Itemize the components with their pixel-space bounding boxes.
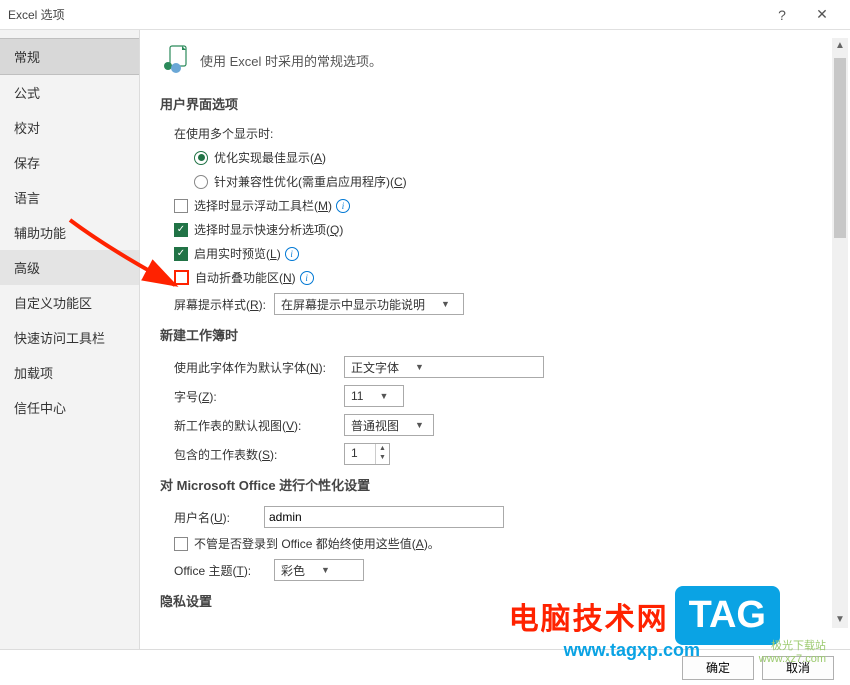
section-newbook-body: 使用此字体作为默认字体(N): 正文字体▼ 字号(Z): 11▼ 新工作表的默认… <box>174 356 830 465</box>
cb-live-preview[interactable] <box>174 247 188 261</box>
sheet-count-spinner[interactable]: 1 ▲▼ <box>344 443 390 465</box>
scroll-down-icon[interactable]: ▼ <box>832 612 848 628</box>
chevron-down-icon: ▼ <box>415 420 424 430</box>
radio-best-display[interactable] <box>194 151 208 165</box>
cb-auto-collapse[interactable] <box>174 270 189 285</box>
section-personalize-title: 对 Microsoft Office 进行个性化设置 <box>160 475 830 494</box>
default-font-label: 使用此字体作为默认字体(N): <box>174 359 344 376</box>
always-use-row[interactable]: 不管是否登录到 Office 都始终使用这些值(A)。 <box>174 535 830 552</box>
sidebar: 常规 公式 校对 保存 语言 辅助功能 高级 自定义功能区 快速访问工具栏 加载… <box>0 30 140 650</box>
vertical-scrollbar[interactable]: ▲ ▼ <box>832 38 848 628</box>
spinner-down-icon[interactable]: ▼ <box>376 453 389 462</box>
font-size-row: 字号(Z): 11▼ <box>174 385 830 407</box>
multi-display-label: 在使用多个显示时: <box>174 125 830 142</box>
radio-compat[interactable] <box>194 175 208 189</box>
sidebar-item-addins[interactable]: 加载项 <box>0 355 139 390</box>
cb-quick-analysis-label: 选择时显示快速分析选项(Q) <box>194 221 343 238</box>
title-bar: Excel 选项 ? ✕ <box>0 0 850 30</box>
sidebar-item-proofing[interactable]: 校对 <box>0 110 139 145</box>
default-view-row: 新工作表的默认视图(V): 普通视图▼ <box>174 414 830 436</box>
cb-float-toolbar[interactable] <box>174 199 188 213</box>
section-personalize-body: 用户名(U): 不管是否登录到 Office 都始终使用这些值(A)。 Offi… <box>174 506 830 581</box>
info-icon[interactable]: i <box>336 199 350 213</box>
general-options-icon <box>160 44 192 76</box>
content-header: 使用 Excel 时采用的常规选项。 <box>160 44 830 76</box>
radio-best-display-row[interactable]: 优化实现最佳显示(A) <box>194 149 830 166</box>
watermark-dlsite: 极光下载站www.xz7.com <box>759 637 826 665</box>
default-view-label: 新工作表的默认视图(V): <box>174 417 344 434</box>
username-row: 用户名(U): <box>174 506 830 528</box>
theme-label: Office 主题(T): <box>174 562 274 579</box>
font-size-dropdown[interactable]: 11▼ <box>344 385 404 407</box>
watermark-url: www.tagxp.com <box>564 640 700 661</box>
info-icon[interactable]: i <box>285 247 299 261</box>
watermark-badge: 电脑技术网 TAG <box>509 586 780 645</box>
font-size-label: 字号(Z): <box>174 388 344 405</box>
chevron-down-icon: ▼ <box>415 362 424 372</box>
scroll-thumb[interactable] <box>834 58 846 238</box>
chevron-down-icon: ▼ <box>321 565 330 575</box>
dialog-footer: 确定 取消 <box>0 649 850 685</box>
radio-compat-row[interactable]: 针对兼容性优化(需重启应用程序)(C) <box>194 173 830 190</box>
content-pane: 使用 Excel 时采用的常规选项。 用户界面选项 在使用多个显示时: 优化实现… <box>140 30 850 650</box>
sidebar-item-advanced[interactable]: 高级 <box>0 250 139 285</box>
sidebar-item-trust-center[interactable]: 信任中心 <box>0 390 139 425</box>
cb-live-preview-row[interactable]: 启用实时预览(L) i <box>174 245 830 262</box>
chevron-down-icon: ▼ <box>441 299 450 309</box>
sidebar-item-general[interactable]: 常规 <box>0 38 139 75</box>
sidebar-item-language[interactable]: 语言 <box>0 180 139 215</box>
theme-dropdown[interactable]: 彩色▼ <box>274 559 364 581</box>
content-header-text: 使用 Excel 时采用的常规选项。 <box>200 51 382 70</box>
main-area: 常规 公式 校对 保存 语言 辅助功能 高级 自定义功能区 快速访问工具栏 加载… <box>0 30 850 650</box>
section-ui-body: 在使用多个显示时: 优化实现最佳显示(A) 针对兼容性优化(需重启应用程序)(C… <box>174 125 830 315</box>
username-input[interactable] <box>264 506 504 528</box>
radio-compat-label: 针对兼容性优化(需重启应用程序)(C) <box>214 173 407 190</box>
default-font-dropdown[interactable]: 正文字体▼ <box>344 356 544 378</box>
tip-style-label: 屏幕提示样式(R): <box>174 296 274 313</box>
scroll-up-icon[interactable]: ▲ <box>832 38 848 54</box>
cb-auto-collapse-label: 自动折叠功能区(N) <box>195 269 296 286</box>
window-title: Excel 选项 <box>8 6 762 23</box>
sheet-count-label: 包含的工作表数(S): <box>174 446 344 463</box>
theme-row: Office 主题(T): 彩色▼ <box>174 559 830 581</box>
cb-auto-collapse-row[interactable]: 自动折叠功能区(N) i <box>174 269 830 286</box>
username-label: 用户名(U): <box>174 509 264 526</box>
default-font-row: 使用此字体作为默认字体(N): 正文字体▼ <box>174 356 830 378</box>
radio-best-display-label: 优化实现最佳显示(A) <box>214 149 326 166</box>
sidebar-item-save[interactable]: 保存 <box>0 145 139 180</box>
close-button[interactable]: ✕ <box>802 6 842 23</box>
sidebar-item-formulas[interactable]: 公式 <box>0 75 139 110</box>
info-icon[interactable]: i <box>300 271 314 285</box>
cb-always-use-label: 不管是否登录到 Office 都始终使用这些值(A)。 <box>194 535 440 552</box>
section-newbook-title: 新建工作簿时 <box>160 325 830 344</box>
tip-style-row: 屏幕提示样式(R): 在屏幕提示中显示功能说明▼ <box>174 293 830 315</box>
tip-style-dropdown[interactable]: 在屏幕提示中显示功能说明▼ <box>274 293 464 315</box>
help-button[interactable]: ? <box>762 7 802 23</box>
chevron-down-icon: ▼ <box>379 391 388 401</box>
cb-float-toolbar-row[interactable]: 选择时显示浮动工具栏(M) i <box>174 197 830 214</box>
cb-float-toolbar-label: 选择时显示浮动工具栏(M) <box>194 197 332 214</box>
section-ui-title: 用户界面选项 <box>160 94 830 113</box>
default-view-dropdown[interactable]: 普通视图▼ <box>344 414 434 436</box>
cb-always-use[interactable] <box>174 537 188 551</box>
cb-live-preview-label: 启用实时预览(L) <box>194 245 281 262</box>
cb-quick-analysis[interactable] <box>174 223 188 237</box>
sidebar-item-customize-ribbon[interactable]: 自定义功能区 <box>0 285 139 320</box>
sidebar-item-accessibility[interactable]: 辅助功能 <box>0 215 139 250</box>
spinner-up-icon[interactable]: ▲ <box>376 444 389 453</box>
cb-quick-analysis-row[interactable]: 选择时显示快速分析选项(Q) <box>174 221 830 238</box>
sidebar-item-quick-access[interactable]: 快速访问工具栏 <box>0 320 139 355</box>
sheet-count-row: 包含的工作表数(S): 1 ▲▼ <box>174 443 830 465</box>
